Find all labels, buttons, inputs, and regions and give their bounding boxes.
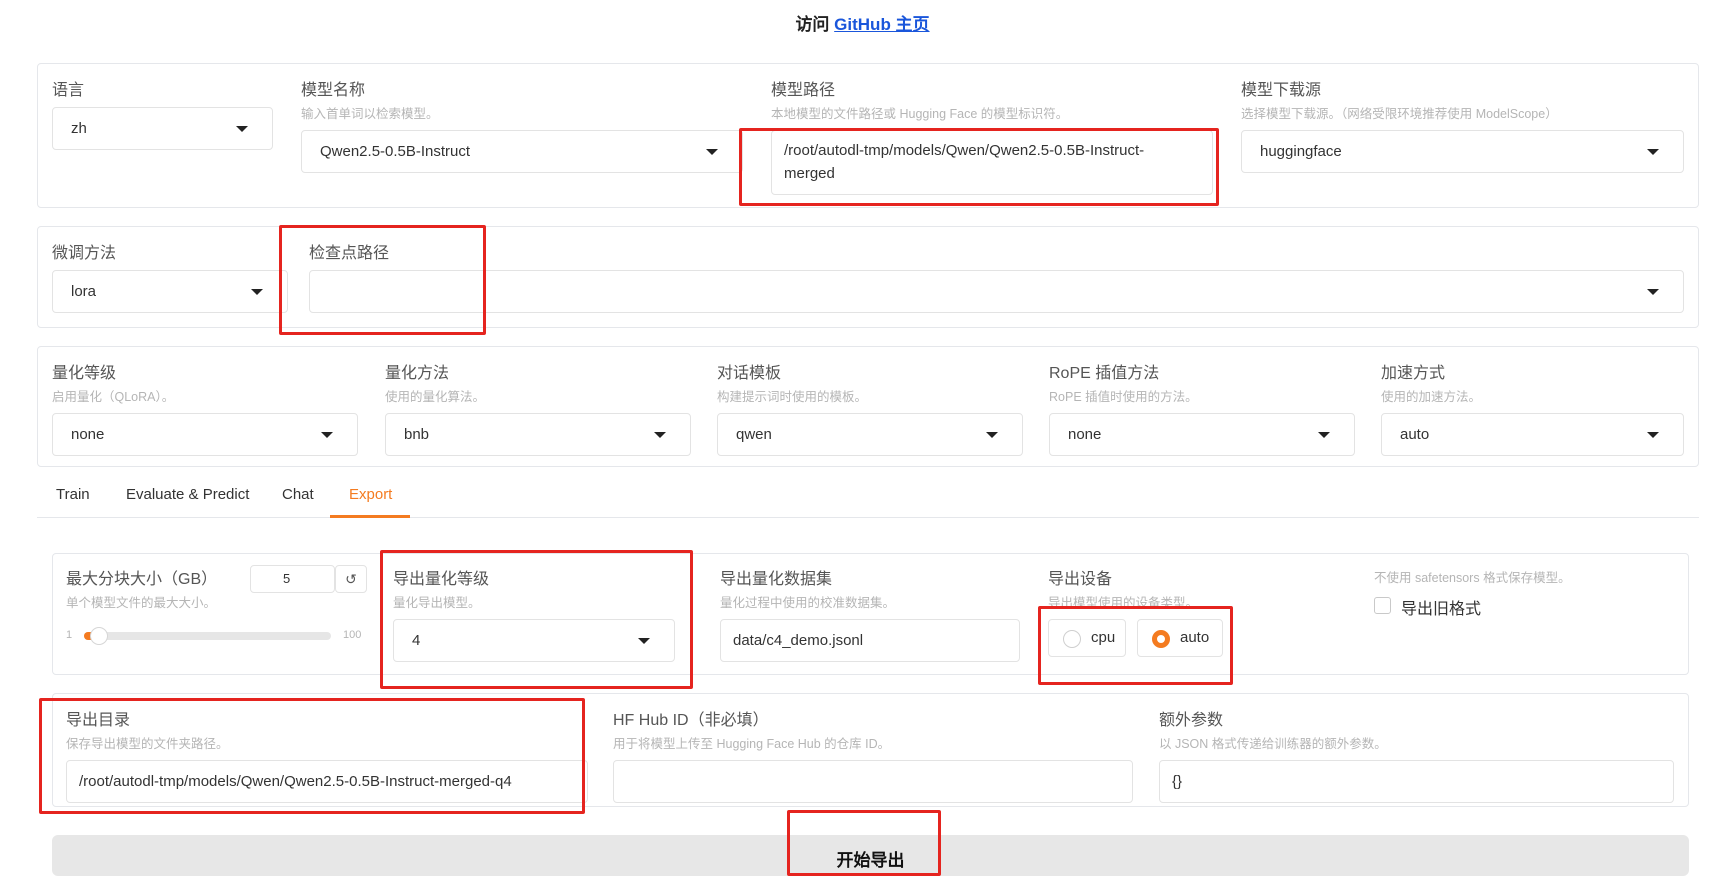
- tab-evaluate-predict[interactable]: Evaluate & Predict: [126, 486, 249, 503]
- quant-method-value: bnb: [404, 426, 430, 443]
- header-prefix: 访问: [795, 15, 835, 34]
- chevron-down-icon: [654, 432, 666, 438]
- template-value: qwen: [736, 426, 772, 443]
- hub-id-input[interactable]: [613, 760, 1133, 803]
- language-label: 语言: [52, 82, 85, 99]
- slider-min-label: 1: [66, 629, 73, 641]
- highlight-model-path: [739, 128, 1219, 206]
- legacy-format-info: 不使用 safetensors 格式保存模型。: [1374, 571, 1571, 585]
- tab-bar-divider: [37, 517, 1699, 518]
- chevron-down-icon: [251, 289, 263, 295]
- chevron-down-icon: [1318, 432, 1330, 438]
- page-header: 访问 GitHub 主页: [0, 10, 1725, 35]
- legacy-format-label: 导出旧格式: [1401, 601, 1482, 618]
- max-shard-reset-button[interactable]: ↺: [335, 565, 367, 593]
- extra-args-info: 以 JSON 格式传递给训练器的额外参数。: [1159, 737, 1387, 751]
- highlight-export-dir: [39, 698, 585, 814]
- slider-max-label: 100: [343, 629, 362, 641]
- quant-method-label: 量化方法: [385, 365, 450, 382]
- model-name-info: 输入首单词以检索模型。: [301, 107, 439, 121]
- max-shard-number-input[interactable]: 5: [250, 565, 335, 593]
- chevron-down-icon: [986, 432, 998, 438]
- quant-bit-dropdown[interactable]: none: [52, 413, 358, 456]
- legacy-format-checkbox[interactable]: [1374, 597, 1391, 614]
- rope-info: RoPE 插值时使用的方法。: [1049, 390, 1198, 404]
- booster-value: auto: [1400, 426, 1430, 443]
- model-name-label: 模型名称: [301, 82, 366, 99]
- rope-label: RoPE 插值方法: [1049, 365, 1160, 382]
- download-source-info: 选择模型下载源。（网络受限环境推荐使用 ModelScope）: [1241, 107, 1558, 121]
- export-dataset-value: data/c4_demo.jsonl: [733, 632, 864, 649]
- booster-label: 加速方式: [1381, 365, 1446, 382]
- quant-method-info: 使用的量化算法。: [385, 390, 486, 404]
- finetune-method-dropdown[interactable]: lora: [52, 270, 288, 313]
- max-shard-value: 5: [283, 571, 291, 586]
- quant-bit-info: 启用量化（QLoRA）。: [52, 390, 175, 404]
- chevron-down-icon: [1647, 289, 1659, 295]
- chevron-down-icon: [706, 149, 718, 155]
- extra-args-label: 额外参数: [1159, 712, 1224, 729]
- export-dataset-label: 导出量化数据集: [720, 571, 833, 588]
- model-path-label: 模型路径: [771, 82, 836, 99]
- rope-dropdown[interactable]: none: [1049, 413, 1355, 456]
- tab-chat[interactable]: Chat: [282, 486, 314, 503]
- model-path-info: 本地模型的文件路径或 Hugging Face 的模型标识符。: [771, 107, 1069, 121]
- download-source-label: 模型下载源: [1241, 82, 1322, 99]
- booster-info: 使用的加速方法。: [1381, 390, 1482, 404]
- highlight-export-device: [1038, 606, 1233, 685]
- highlight-checkpoint: [279, 225, 486, 335]
- template-info: 构建提示词时使用的模板。: [717, 390, 868, 404]
- max-shard-slider-thumb[interactable]: [89, 627, 108, 645]
- chevron-down-icon: [1647, 432, 1659, 438]
- max-shard-info: 单个模型文件的最大大小。: [66, 596, 217, 610]
- quant-bit-value: none: [71, 426, 105, 443]
- model-name-value: Qwen2.5-0.5B-Instruct: [320, 143, 471, 160]
- export-device-label: 导出设备: [1048, 571, 1113, 588]
- download-source-value: huggingface: [1260, 143, 1342, 160]
- highlight-export-quant: [380, 550, 693, 689]
- chevron-down-icon: [236, 126, 248, 132]
- max-shard-slider-track[interactable]: [84, 632, 331, 640]
- model-name-dropdown[interactable]: Qwen2.5-0.5B-Instruct: [301, 130, 743, 173]
- checkpoint-dropdown[interactable]: [309, 270, 1684, 313]
- chevron-down-icon: [321, 432, 333, 438]
- template-dropdown[interactable]: qwen: [717, 413, 1023, 456]
- hub-id-label: HF Hub ID（非必填）: [613, 712, 769, 729]
- booster-dropdown[interactable]: auto: [1381, 413, 1684, 456]
- tab-export-indicator: [330, 515, 410, 518]
- language-dropdown[interactable]: zh: [52, 107, 273, 150]
- template-label: 对话模板: [717, 365, 782, 382]
- github-link[interactable]: GitHub 主页: [834, 15, 929, 34]
- language-value: zh: [71, 120, 87, 137]
- chevron-down-icon: [1647, 149, 1659, 155]
- highlight-start-button: [787, 810, 941, 876]
- export-dataset-info: 量化过程中使用的校准数据集。: [720, 596, 896, 610]
- hub-id-info: 用于将模型上传至 Hugging Face Hub 的仓库 ID。: [613, 737, 891, 751]
- extra-args-value: {}: [1172, 773, 1183, 790]
- download-source-dropdown[interactable]: huggingface: [1241, 130, 1684, 173]
- finetune-method-value: lora: [71, 283, 97, 300]
- quant-bit-label: 量化等级: [52, 365, 117, 382]
- max-shard-label: 最大分块大小（GB）: [66, 571, 218, 588]
- extra-args-input[interactable]: {}: [1159, 760, 1674, 803]
- tab-train[interactable]: Train: [56, 486, 90, 503]
- quant-method-dropdown[interactable]: bnb: [385, 413, 691, 456]
- export-dataset-input[interactable]: data/c4_demo.jsonl: [720, 619, 1020, 662]
- tab-export[interactable]: Export: [349, 486, 392, 503]
- finetune-method-label: 微调方法: [52, 245, 117, 262]
- reset-icon: ↺: [345, 571, 357, 587]
- rope-value: none: [1068, 426, 1102, 443]
